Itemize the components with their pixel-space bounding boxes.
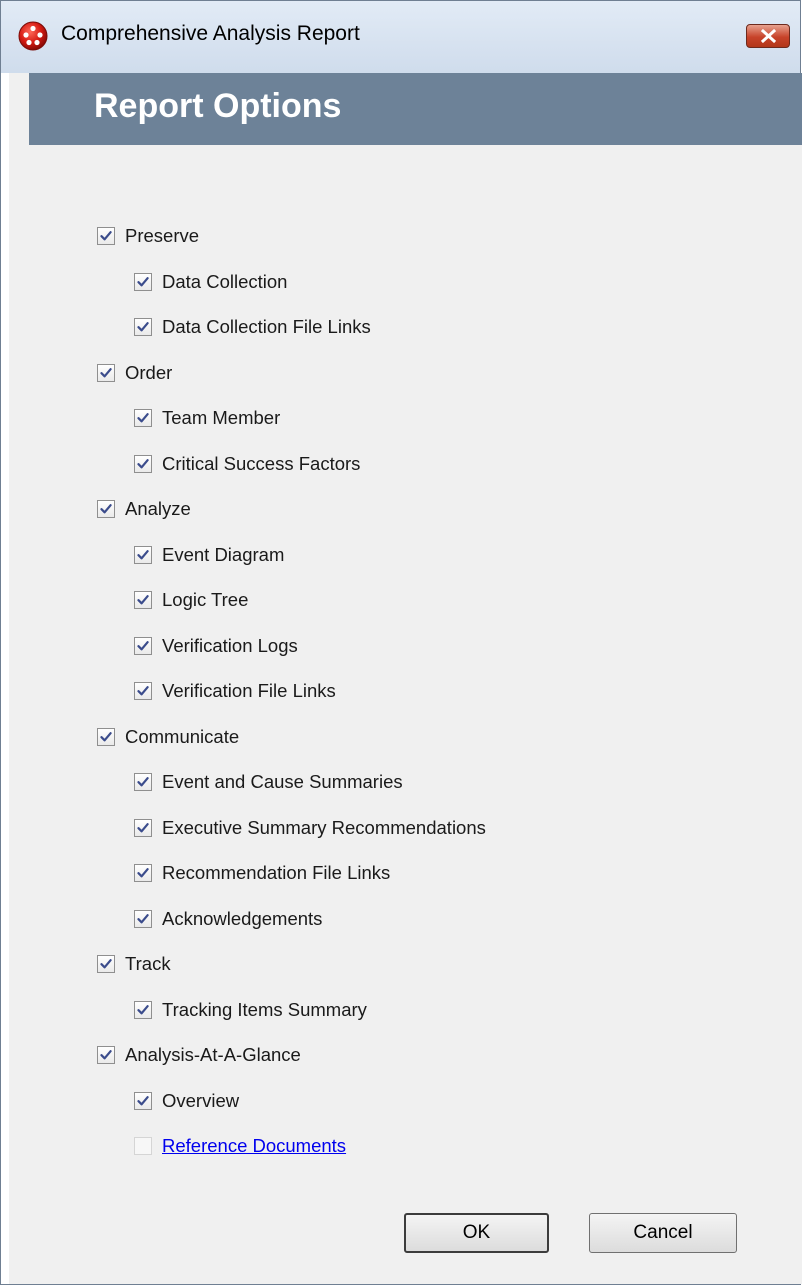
option-label: Verification Logs bbox=[162, 635, 298, 656]
option-data-collection-file-links[interactable]: Data Collection File Links bbox=[134, 315, 371, 339]
checkbox[interactable] bbox=[134, 819, 152, 837]
checkbox[interactable] bbox=[134, 409, 152, 427]
option-label: Analyze bbox=[125, 498, 191, 519]
option-logic-tree[interactable]: Logic Tree bbox=[134, 588, 248, 612]
option-label: Analysis-At-A-Glance bbox=[125, 1044, 301, 1065]
option-label: Data Collection File Links bbox=[162, 316, 371, 337]
cancel-button[interactable]: Cancel bbox=[589, 1213, 737, 1253]
option-label: Tracking Items Summary bbox=[162, 999, 367, 1020]
checkbox[interactable] bbox=[134, 1092, 152, 1110]
check-icon bbox=[100, 504, 112, 514]
reference-documents-link[interactable]: Reference Documents bbox=[162, 1135, 346, 1157]
option-executive-summary-recommendations[interactable]: Executive Summary Recommendations bbox=[134, 816, 486, 840]
check-icon bbox=[100, 959, 112, 969]
checkbox[interactable] bbox=[134, 455, 152, 473]
window-title: Comprehensive Analysis Report bbox=[61, 22, 360, 45]
option-communicate[interactable]: Communicate bbox=[97, 725, 239, 749]
option-team-member[interactable]: Team Member bbox=[134, 406, 280, 430]
check-icon bbox=[137, 1005, 149, 1015]
option-label: Event and Cause Summaries bbox=[162, 771, 403, 792]
check-icon bbox=[100, 231, 112, 241]
check-icon bbox=[137, 1096, 149, 1106]
option-data-collection[interactable]: Data Collection bbox=[134, 270, 287, 294]
option-order[interactable]: Order bbox=[97, 361, 172, 385]
option-label: Preserve bbox=[125, 225, 200, 246]
option-preserve[interactable]: Preserve bbox=[97, 224, 199, 248]
check-icon bbox=[137, 550, 149, 560]
ok-button[interactable]: OK bbox=[404, 1213, 549, 1253]
option-label: Executive Summary Recommendations bbox=[162, 817, 486, 838]
checkbox[interactable] bbox=[134, 318, 152, 336]
check-icon bbox=[100, 1050, 112, 1060]
option-event-diagram[interactable]: Event Diagram bbox=[134, 543, 284, 567]
checkbox[interactable] bbox=[134, 773, 152, 791]
checkbox[interactable] bbox=[97, 500, 115, 518]
check-icon bbox=[137, 914, 149, 924]
option-verification-file-links[interactable]: Verification File Links bbox=[134, 679, 336, 703]
close-x-icon bbox=[761, 29, 776, 43]
report-options-header: Report Options bbox=[29, 73, 802, 145]
option-overview[interactable]: Overview bbox=[134, 1089, 239, 1113]
option-label: Critical Success Factors bbox=[162, 453, 361, 474]
check-icon bbox=[137, 413, 149, 423]
option-label: Track bbox=[125, 953, 171, 974]
check-icon bbox=[137, 459, 149, 469]
option-recommendation-file-links[interactable]: Recommendation File Links bbox=[134, 861, 390, 885]
check-icon bbox=[100, 732, 112, 742]
checkbox[interactable] bbox=[134, 682, 152, 700]
check-icon bbox=[137, 322, 149, 332]
option-event-and-cause-summaries[interactable]: Event and Cause Summaries bbox=[134, 770, 403, 794]
option-label: Event Diagram bbox=[162, 544, 285, 565]
checkbox[interactable] bbox=[97, 227, 115, 245]
close-button[interactable] bbox=[746, 24, 790, 48]
check-icon bbox=[137, 686, 149, 696]
check-icon bbox=[137, 277, 149, 287]
check-icon bbox=[137, 823, 149, 833]
checkbox[interactable] bbox=[134, 637, 152, 655]
option-label: Data Collection bbox=[162, 271, 288, 292]
option-analyze[interactable]: Analyze bbox=[97, 497, 191, 521]
option-label: Verification File Links bbox=[162, 680, 336, 701]
option-tracking-items-summary[interactable]: Tracking Items Summary bbox=[134, 998, 367, 1022]
option-label: Recommendation File Links bbox=[162, 862, 391, 883]
page-title: Report Options bbox=[94, 87, 342, 125]
check-icon bbox=[137, 868, 149, 878]
checkbox[interactable] bbox=[134, 591, 152, 609]
checkbox[interactable] bbox=[134, 1001, 152, 1019]
option-label: Team Member bbox=[162, 407, 281, 428]
checkbox[interactable] bbox=[134, 546, 152, 564]
checkbox[interactable] bbox=[134, 864, 152, 882]
checkbox[interactable] bbox=[97, 728, 115, 746]
option-acknowledgements[interactable]: Acknowledgements bbox=[134, 907, 322, 931]
check-icon bbox=[137, 641, 149, 651]
option-analysis-at-a-glance[interactable]: Analysis-At-A-Glance bbox=[97, 1043, 301, 1067]
option-label: Acknowledgements bbox=[162, 908, 323, 929]
option-verification-logs[interactable]: Verification Logs bbox=[134, 634, 298, 658]
checkbox[interactable] bbox=[97, 364, 115, 382]
check-icon bbox=[137, 595, 149, 605]
check-icon bbox=[100, 368, 112, 378]
option-label: Logic Tree bbox=[162, 589, 249, 610]
dialog-window: Comprehensive Analysis Report Report Opt… bbox=[0, 0, 802, 1285]
option-track[interactable]: Track bbox=[97, 952, 171, 976]
checkbox[interactable] bbox=[134, 910, 152, 928]
option-label: Communicate bbox=[125, 726, 240, 747]
option-critical-success-factors[interactable]: Critical Success Factors bbox=[134, 452, 360, 476]
checkbox[interactable] bbox=[97, 955, 115, 973]
checkbox[interactable] bbox=[134, 273, 152, 291]
check-icon bbox=[137, 777, 149, 787]
option-label: Overview bbox=[162, 1090, 240, 1111]
checkbox[interactable] bbox=[97, 1046, 115, 1064]
red-ball-icon bbox=[18, 21, 48, 51]
checkbox bbox=[134, 1137, 152, 1155]
title-bar[interactable]: Comprehensive Analysis Report bbox=[1, 1, 800, 73]
dialog-body: Report Options Preserve Data Collection Da… bbox=[9, 73, 802, 1284]
option-reference-documents: Reference Documents bbox=[134, 1134, 346, 1158]
option-label: Order bbox=[125, 362, 173, 383]
